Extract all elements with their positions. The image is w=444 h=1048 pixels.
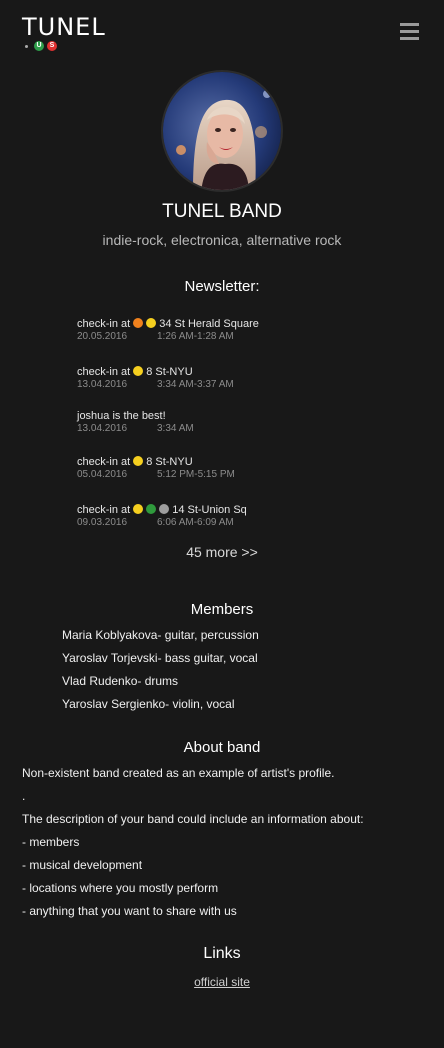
logo-badges: U S bbox=[25, 41, 106, 51]
avatar bbox=[161, 70, 283, 192]
subway-line-dot bbox=[133, 365, 144, 376]
subway-line-dots bbox=[130, 455, 144, 469]
member-item: Yaroslav Torjevski- bass guitar, vocal bbox=[62, 651, 258, 665]
news-time: 6:06 AM-6:09 AM bbox=[157, 517, 234, 528]
news-item[interactable]: check-in at 34 St Herald Square 20.05.20… bbox=[77, 317, 397, 344]
logo-badge-u: U bbox=[34, 41, 44, 51]
news-prefix: check-in at bbox=[77, 456, 131, 468]
news-text: check-in at 8 St-NYU bbox=[77, 455, 397, 469]
news-text: check-in at 14 St-Union Sq bbox=[77, 503, 397, 517]
official-site-link[interactable]: official site bbox=[194, 975, 250, 989]
more-news-link[interactable]: 45 more >> bbox=[0, 544, 444, 560]
news-station[interactable]: 8 St-NYU bbox=[146, 366, 192, 378]
header: TUNEL U S bbox=[0, 0, 444, 60]
subway-line-dots bbox=[130, 503, 170, 517]
official-site-link-wrap: official site bbox=[0, 975, 444, 989]
hamburger-icon[interactable] bbox=[400, 23, 419, 43]
about-line: - anything that you want to share with u… bbox=[22, 904, 237, 918]
news-prefix: check-in at bbox=[77, 366, 131, 378]
news-prefix: check-in at bbox=[77, 504, 131, 516]
subway-line-dot bbox=[133, 503, 144, 514]
news-text: check-in at 8 St-NYU bbox=[77, 365, 397, 379]
news-time: 3:34 AM-3:37 AM bbox=[157, 379, 234, 390]
about-line: - members bbox=[22, 835, 80, 849]
about-title: About band bbox=[183, 739, 261, 756]
news-text: check-in at 34 St Herald Square bbox=[77, 317, 397, 331]
news-date: 09.03.2016 bbox=[77, 517, 128, 528]
news-meta: 13.04.2016 3:34 AM-3:37 AM bbox=[77, 379, 397, 392]
logo-dot bbox=[25, 44, 28, 48]
about-line: Non-existent band created as an example … bbox=[22, 766, 335, 780]
about-line: The description of your band could inclu… bbox=[22, 812, 364, 826]
subway-line-dots bbox=[130, 317, 157, 331]
news-station[interactable]: 8 St-NYU bbox=[146, 456, 192, 468]
member-item: Maria Koblyakova- guitar, percussion bbox=[62, 628, 259, 642]
about-line: - locations where you mostly perform bbox=[22, 881, 219, 895]
news-time: 5:12 PM-5:15 PM bbox=[157, 469, 235, 480]
member-item: Vlad Rudenko- drums bbox=[62, 674, 179, 688]
news-item[interactable]: joshua is the best! 13.04.2016 3:34 AM bbox=[77, 409, 397, 436]
news-time: 1:26 AM-1:28 AM bbox=[157, 331, 234, 342]
news-message: joshua is the best! bbox=[77, 410, 166, 422]
subway-line-dot bbox=[133, 317, 144, 328]
news-station[interactable]: 14 St-Union Sq bbox=[172, 504, 247, 516]
news-meta: 05.04.2016 5:12 PM-5:15 PM bbox=[77, 469, 397, 482]
news-station[interactable]: 34 St Herald Square bbox=[159, 318, 259, 330]
news-item[interactable]: check-in at 14 St-Union Sq 09.03.2016 6:… bbox=[77, 503, 397, 530]
subway-line-dots bbox=[130, 365, 144, 379]
links-title: Links bbox=[203, 945, 241, 962]
news-date: 13.04.2016 bbox=[77, 423, 128, 434]
logo[interactable]: TUNEL U S bbox=[22, 14, 106, 51]
members-title: Members bbox=[190, 601, 254, 618]
subway-line-dot bbox=[146, 317, 157, 328]
member-item: Yaroslav Sergienko- violin, vocal bbox=[62, 697, 235, 711]
news-meta: 20.05.2016 1:26 AM-1:28 AM bbox=[77, 331, 397, 344]
subway-line-dot bbox=[146, 503, 157, 514]
news-text: joshua is the best! bbox=[77, 409, 397, 423]
about-line: . bbox=[22, 789, 26, 803]
news-date: 05.04.2016 bbox=[77, 469, 128, 480]
logo-badge-s: S bbox=[47, 41, 57, 51]
subway-line-dot bbox=[133, 455, 144, 466]
news-item[interactable]: check-in at 8 St-NYU 05.04.2016 5:12 PM-… bbox=[77, 455, 397, 482]
news-item[interactable]: check-in at 8 St-NYU 13.04.2016 3:34 AM-… bbox=[77, 365, 397, 392]
subway-line-dot bbox=[159, 503, 170, 514]
news-time: 3:34 AM bbox=[157, 423, 194, 434]
about-line: - musical development bbox=[22, 858, 143, 872]
logo-text: TUNEL bbox=[22, 13, 106, 41]
news-date: 13.04.2016 bbox=[77, 379, 128, 390]
band-genres: indie-rock, electronica, alternative roc… bbox=[102, 232, 342, 248]
band-name: TUNEL BAND bbox=[162, 201, 282, 222]
news-date: 20.05.2016 bbox=[77, 331, 128, 342]
newsletter-title: Newsletter: bbox=[184, 278, 260, 295]
avatar-photo bbox=[163, 72, 281, 190]
news-meta: 09.03.2016 6:06 AM-6:09 AM bbox=[77, 517, 397, 530]
news-prefix: check-in at bbox=[77, 318, 131, 330]
news-meta: 13.04.2016 3:34 AM bbox=[77, 423, 397, 436]
